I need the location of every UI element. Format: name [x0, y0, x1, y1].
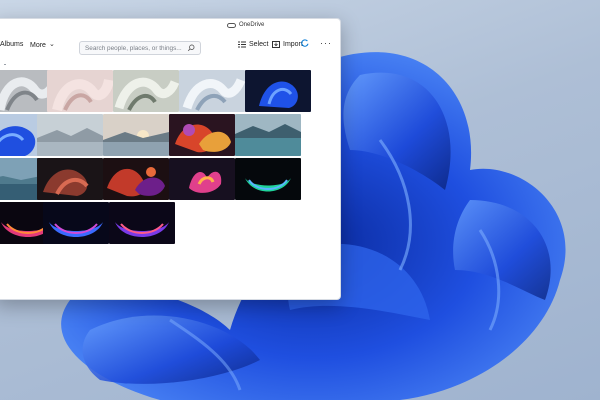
photo-thumbnail[interactable]: [235, 158, 301, 200]
photo-thumbnail[interactable]: [43, 202, 109, 244]
photo-thumbnail[interactable]: [235, 114, 301, 156]
import-label: Import: [283, 41, 303, 48]
photo-image: [37, 158, 103, 200]
photo-image: [235, 114, 301, 156]
more-label: More: [30, 41, 46, 49]
photo-image: [179, 70, 245, 112]
title-bar: OneDrive: [0, 19, 340, 33]
albums-label: Albums: [0, 41, 24, 48]
search-placeholder: Search people, places, or things...: [85, 45, 182, 52]
albums-tab[interactable]: Albums: [0, 41, 23, 48]
select-button[interactable]: Select: [238, 41, 268, 48]
sync-icon[interactable]: [301, 39, 309, 47]
photo-thumbnail[interactable]: [47, 70, 113, 112]
select-label: Select: [249, 41, 269, 48]
toolbar: Albums More ⌄ Search people, places, or …: [0, 33, 340, 59]
photo-image: [113, 70, 179, 112]
photo-thumbnail[interactable]: [169, 158, 235, 200]
photo-image: [43, 202, 109, 244]
more-menu[interactable]: More ⌄: [30, 41, 55, 49]
photo-image: [169, 158, 235, 200]
photo-thumbnail[interactable]: [103, 158, 169, 200]
photo-image: [47, 70, 113, 112]
photo-thumbnail[interactable]: [113, 70, 179, 112]
photo-image: [245, 70, 311, 112]
cloud-icon: [227, 22, 236, 28]
photo-thumbnail[interactable]: [37, 158, 103, 200]
photo-thumbnail[interactable]: [37, 114, 103, 156]
photo-image: [37, 114, 103, 156]
photo-image: [103, 158, 169, 200]
import-icon: [272, 41, 280, 48]
photo-thumbnail[interactable]: [179, 70, 245, 112]
search-input[interactable]: Search people, places, or things...: [79, 41, 201, 55]
onedrive-label: OneDrive: [239, 22, 265, 28]
photo-image: [103, 114, 169, 156]
more-options-icon[interactable]: ···: [320, 39, 332, 48]
photo-thumbnail[interactable]: [109, 202, 175, 244]
scroll-indicator: [4, 64, 6, 65]
photos-window: OneDrive Albums More ⌄ Search people, pl…: [0, 18, 341, 300]
select-icon: [238, 41, 246, 48]
photo-thumbnail[interactable]: [169, 114, 235, 156]
import-button[interactable]: Import: [272, 41, 303, 48]
photo-image: [109, 202, 175, 244]
photo-image: [169, 114, 235, 156]
photo-thumbnail[interactable]: [245, 70, 311, 112]
search-icon[interactable]: [187, 44, 195, 52]
chevron-down-icon: ⌄: [48, 41, 55, 48]
photo-image: [235, 158, 301, 200]
photo-thumbnail[interactable]: [103, 114, 169, 156]
onedrive-account[interactable]: OneDrive: [227, 22, 264, 28]
